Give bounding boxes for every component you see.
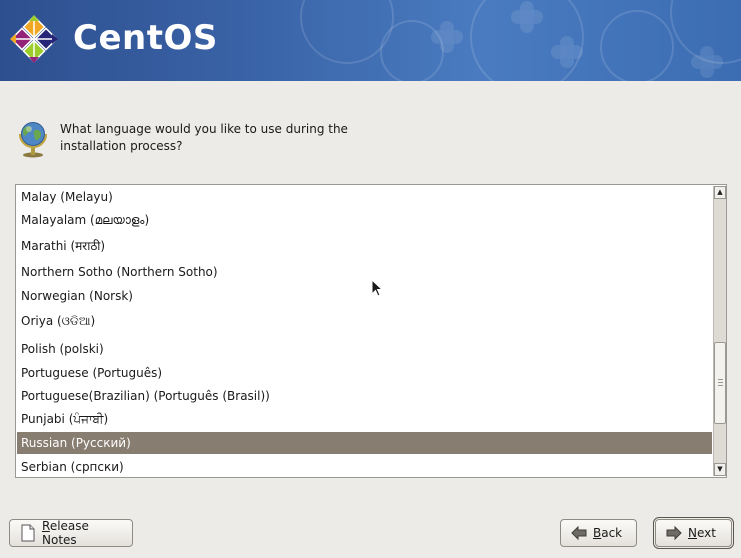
brand-title: CentOS — [73, 18, 218, 58]
language-item-northern-sotho[interactable]: Northern Sotho (Northern Sotho) — [17, 261, 712, 283]
language-item-portuguese[interactable]: Portuguese (Português) — [17, 362, 712, 384]
mouse-pointer-icon — [371, 279, 383, 297]
banner-decoration — [440, 30, 454, 44]
scrollbar-grip — [718, 382, 723, 383]
language-item-portuguese-brazilian[interactable]: Portuguese(Brazilian) (Português (Brasil… — [17, 385, 712, 407]
centos-banner: CentOS — [0, 0, 741, 81]
language-item-malayalam[interactable]: Malayalam (മലയാളം) — [17, 209, 712, 231]
language-list[interactable]: Malay (Melayu) Malayalam (മലയാളം) Marath… — [15, 184, 727, 478]
release-notes-label: Release Notes — [42, 519, 89, 547]
back-button[interactable]: Back — [560, 519, 637, 547]
language-item-malay[interactable]: Malay (Melayu) — [17, 186, 712, 208]
banner-decoration — [520, 10, 534, 24]
globe-icon — [18, 122, 48, 158]
list-scrollbar[interactable]: ▲ ▼ — [713, 186, 726, 476]
next-label: Next — [688, 526, 716, 540]
language-item-oriya[interactable]: Oriya (ଓଡିଆ) — [17, 310, 712, 332]
release-notes-button[interactable]: Release Notes — [9, 519, 133, 547]
language-item-punjabi[interactable]: Punjabi (ਪੰਜਾਬੀ) — [17, 408, 712, 430]
language-item-polish[interactable]: Polish (polski) — [17, 338, 712, 360]
banner-decoration — [700, 55, 714, 69]
scroll-up-arrow-icon[interactable]: ▲ — [714, 186, 726, 199]
right-arrow-icon — [666, 526, 682, 540]
language-item-marathi[interactable]: Marathi (मराठी) — [17, 235, 712, 257]
scrollbar-grip — [718, 385, 723, 386]
scrollbar-grip — [718, 379, 723, 380]
scrollbar-thumb[interactable] — [714, 342, 726, 424]
banner-decoration — [380, 20, 444, 81]
language-item-norwegian[interactable]: Norwegian (Norsk) — [17, 285, 712, 307]
banner-decoration — [560, 45, 574, 59]
banner-decoration — [600, 10, 674, 81]
centos-logo-icon — [10, 15, 58, 63]
left-arrow-icon — [571, 526, 587, 540]
language-list-viewport[interactable]: Malay (Melayu) Malayalam (മലയാളം) Marath… — [17, 186, 712, 476]
scroll-down-arrow-icon[interactable]: ▼ — [714, 463, 726, 476]
language-question: What language would you like to use duri… — [60, 122, 348, 153]
back-label: Back — [593, 526, 623, 540]
next-button[interactable]: Next — [653, 517, 734, 549]
language-item-serbian[interactable]: Serbian (српски) — [17, 456, 712, 476]
document-icon — [21, 524, 35, 542]
language-item-russian[interactable]: Russian (Русский) — [17, 432, 712, 454]
